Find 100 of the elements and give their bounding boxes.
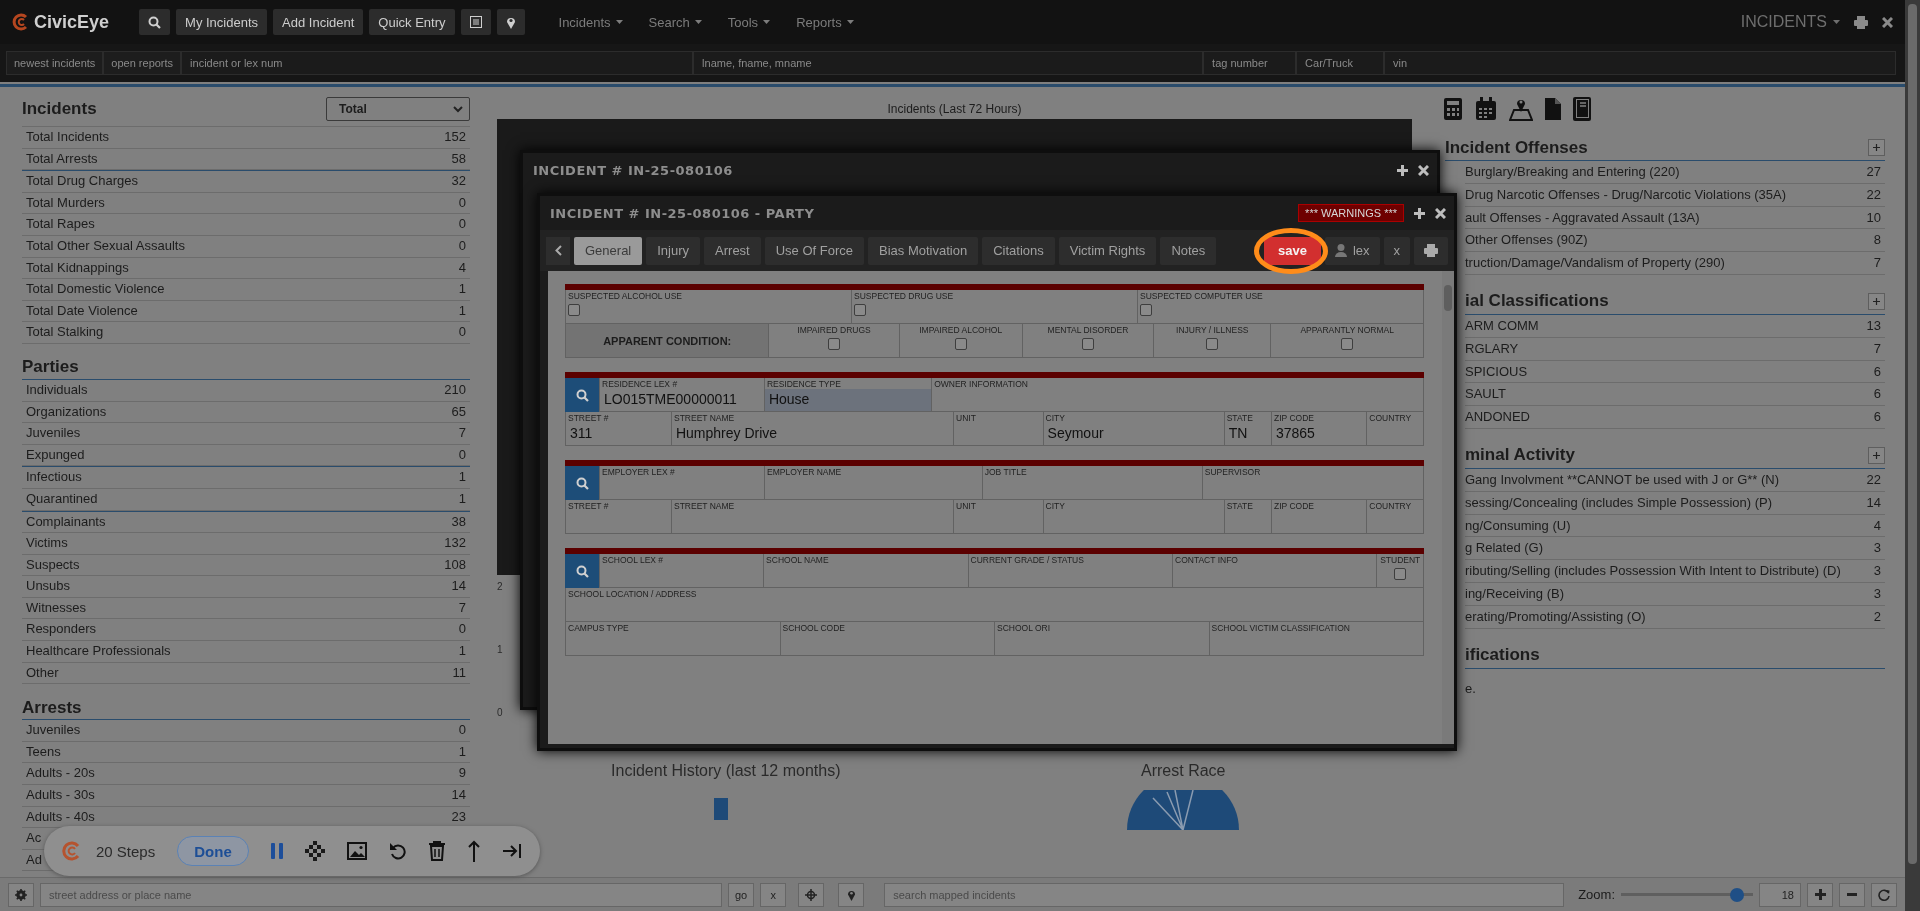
input-field[interactable]: STATE <box>1223 500 1271 534</box>
stat-label[interactable]: ributing/Selling (includes Possession With Intent to Distribute) (D) <box>1465 563 1841 580</box>
stat-label[interactable]: Other <box>26 664 59 682</box>
stat-label[interactable]: ARM COMM <box>1465 318 1539 335</box>
stat-label[interactable]: Victims <box>26 535 68 552</box>
stat-label[interactable]: Witnesses <box>26 599 86 617</box>
tab[interactable]: Notes <box>1160 236 1217 265</box>
stat-label[interactable]: Other Offenses (90Z) <box>1465 232 1588 250</box>
stat-label[interactable]: Juveniles <box>26 425 81 442</box>
scrollbar[interactable] <box>1905 0 1920 911</box>
quick-filter-tab[interactable]: newest incidents <box>6 51 104 75</box>
search-field[interactable]: lname, fname, mname <box>693 51 1204 75</box>
checkbox[interactable] <box>954 338 967 350</box>
lookup-button[interactable] <box>565 554 599 588</box>
tab[interactable]: Injury <box>646 236 701 265</box>
checkbox[interactable] <box>1206 338 1219 350</box>
stat-label[interactable]: Complainants <box>26 513 106 531</box>
input-field[interactable]: ZIP CODE 37865 <box>1270 412 1367 446</box>
stat-label[interactable]: Total Kidnappings <box>26 259 129 277</box>
stat-label[interactable]: Organizations <box>26 403 107 421</box>
input-field[interactable]: SCHOOL LEX # <box>599 554 764 588</box>
tab[interactable]: Citations <box>982 236 1055 265</box>
stat-label[interactable]: RGLARY <box>1465 340 1519 358</box>
lex-button[interactable]: lex <box>1324 236 1380 265</box>
search-button[interactable] <box>139 9 171 35</box>
input-field[interactable]: ZIP CODE <box>1270 500 1367 534</box>
add-button[interactable] <box>1868 446 1885 464</box>
input-field[interactable]: UNIT <box>953 500 1043 534</box>
input-field[interactable]: STATE TN <box>1223 412 1271 446</box>
back-button[interactable] <box>546 236 570 265</box>
stat-label[interactable]: Ac <box>26 830 42 847</box>
stat-label[interactable]: Burglary/Breaking and Entering (220) <box>1465 164 1680 181</box>
nav-button[interactable]: Add Incident <box>273 9 364 35</box>
zoom-out-button[interactable] <box>1839 882 1865 907</box>
stat-label[interactable]: Teens <box>26 743 61 761</box>
module-menu[interactable]: INCIDENTS <box>1740 13 1840 31</box>
warnings-badge[interactable]: *** WARNINGS *** <box>1298 204 1404 222</box>
scrollbar[interactable] <box>1442 271 1454 744</box>
input-field[interactable]: CITY <box>1042 500 1224 534</box>
save-button[interactable]: save <box>1263 236 1321 265</box>
stat-label[interactable]: g Related (G) <box>1465 540 1544 558</box>
input-field[interactable]: COUNTRY <box>1366 500 1424 534</box>
input-field[interactable]: SCHOOL LOCATION / ADDRESS <box>565 588 1424 622</box>
tab[interactable]: Bias Motivation <box>868 236 979 265</box>
search-field[interactable]: incident or lex num <box>181 51 694 75</box>
locate-button[interactable] <box>798 882 825 907</box>
input-field[interactable]: CAMPUS TYPE <box>565 622 780 656</box>
stat-label[interactable]: ing/Receiving (B) <box>1465 585 1564 603</box>
stat-label[interactable]: ANDONED <box>1465 409 1530 426</box>
stat-label[interactable]: Total Stalking <box>26 324 104 341</box>
input-field[interactable]: CITY Seymour <box>1042 412 1224 446</box>
nav-menu[interactable]: Reports <box>796 14 854 30</box>
stat-label[interactable]: Adults - 20s <box>26 765 95 783</box>
map-search-field[interactable]: search mapped incidents <box>884 882 1565 907</box>
go-button[interactable]: go <box>728 882 755 907</box>
checkbox[interactable] <box>854 304 866 316</box>
stat-label[interactable]: Drug Narcotic Offenses - Drug/Narcotic Violations (35A) <box>1465 186 1787 204</box>
search-field[interactable]: Car/Truck <box>1296 51 1385 75</box>
lookup-button[interactable] <box>565 466 599 500</box>
input-field[interactable]: JOB TITLE <box>981 466 1202 500</box>
select-field[interactable]: RESIDENCE TYPE House <box>763 378 932 412</box>
input-field[interactable]: RESIDENCE LEX # LO015TME00000011 <box>599 378 764 412</box>
add-button[interactable] <box>1868 139 1885 156</box>
list-button[interactable] <box>460 9 491 35</box>
stat-label[interactable]: Adults - 40s <box>26 808 95 826</box>
stat-label[interactable]: SAULT <box>1465 386 1506 404</box>
stat-label[interactable]: ault Offenses - Aggravated Assault (13A) <box>1465 209 1700 227</box>
checkbox[interactable] <box>1341 338 1354 350</box>
stat-label[interactable]: Total Drug Charges <box>26 173 138 190</box>
checkbox[interactable] <box>1394 568 1407 580</box>
tab[interactable]: Victim Rights <box>1058 236 1157 265</box>
input-field[interactable]: EMPLOYER NAME <box>764 466 982 500</box>
stat-label[interactable]: Expunged <box>26 446 85 464</box>
stat-label[interactable]: Unsubs <box>26 578 71 595</box>
checkbox[interactable] <box>568 304 580 316</box>
stat-label[interactable]: Total Incidents <box>26 129 110 146</box>
app-logo[interactable]: CivicEye <box>34 11 110 33</box>
stat-label[interactable]: Total Arrests <box>26 150 98 168</box>
stat-label[interactable]: Total Rapes <box>26 216 95 233</box>
input-field[interactable]: STREET NAME Humphrey Drive <box>670 412 954 446</box>
zoom-value-field[interactable]: 18 <box>1759 882 1801 907</box>
stat-label[interactable]: Quarantined <box>26 490 98 508</box>
lookup-button[interactable] <box>565 378 599 412</box>
stat-label[interactable]: sessing/Concealing (includes Simple Possession) (P) <box>1465 494 1773 512</box>
stat-label[interactable]: Ad <box>26 851 42 869</box>
stat-label[interactable]: Gang Involvment **CANNOT be used with J or G** (N) <box>1465 471 1780 489</box>
input-field[interactable]: CURRENT GRADE / STATUS <box>967 554 1172 588</box>
search-field[interactable]: vin <box>1384 51 1897 75</box>
input-field[interactable]: CONTACT INFO <box>1172 554 1377 588</box>
stat-label[interactable]: Total Date Violence <box>26 302 138 320</box>
nav-menu[interactable]: Incidents <box>558 14 623 30</box>
stat-label[interactable]: Total Other Sexual Assaults <box>26 237 185 255</box>
done-button[interactable]: Done <box>177 836 249 866</box>
nav-button[interactable]: My Incidents <box>176 9 268 35</box>
stat-label[interactable]: Total Murders <box>26 194 105 212</box>
map-pin-button[interactable] <box>496 9 525 35</box>
input-field[interactable]: SCHOOL VICTIM CLASSIFICATION <box>1208 622 1424 656</box>
clear-button[interactable]: x <box>760 882 787 907</box>
tab[interactable]: Arrest <box>704 236 761 265</box>
input-field[interactable]: SCHOOL CODE <box>779 622 994 656</box>
